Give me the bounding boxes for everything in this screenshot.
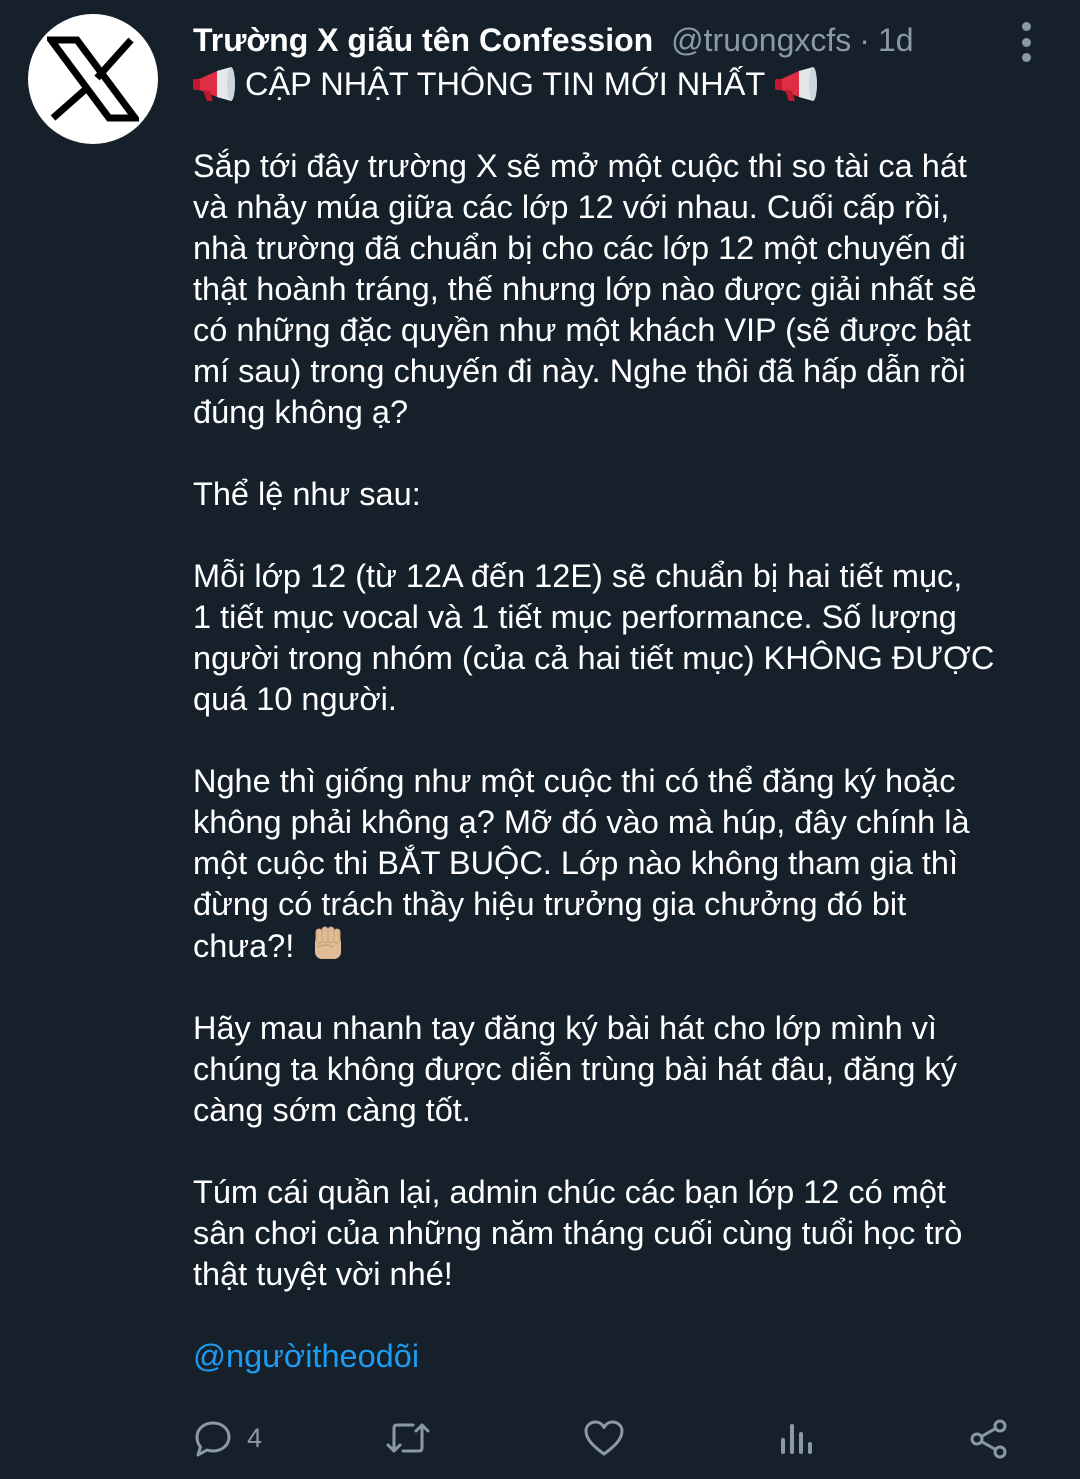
mention-paragraph: @ngườitheodõi: [193, 1336, 1053, 1377]
retweet-icon: [386, 1423, 430, 1453]
reply-count: 4: [247, 1422, 263, 1453]
headline: CẬP NHẬT THÔNG TIN MỚI NHẤT: [193, 64, 1053, 105]
tweet-content: Trường X giấu tên Confession @truongxcfs…: [193, 18, 1053, 1418]
megaphone-icon: [775, 66, 818, 101]
paragraph: Sắp tới đây trường X sẽ mở một cuộc thi …: [193, 148, 977, 430]
mention-link[interactable]: @ngườitheodõi: [193, 1338, 419, 1374]
heart-icon: [584, 1420, 624, 1456]
tweet-header: Trường X giấu tên Confession @truongxcfs…: [193, 18, 1053, 62]
separator: ·: [859, 22, 870, 58]
like-button[interactable]: [583, 1418, 625, 1458]
reply-icon: [195, 1421, 231, 1457]
paragraph: Túm cái quần lại, admin chúc các bạn lớp…: [193, 1174, 963, 1292]
display-name[interactable]: Trường X giấu tên Confession: [193, 18, 653, 62]
share-icon: [970, 1419, 1007, 1459]
tweet-text: CẬP NHẬT THÔNG TIN MỚI NHẤT Sắp tới đây …: [193, 64, 1053, 1377]
analytics-icon: [781, 1424, 812, 1454]
raised-fist-icon: [315, 926, 342, 959]
headline-text: CẬP NHẬT THÔNG TIN MỚI NHẤT: [245, 66, 766, 102]
views-button[interactable]: [778, 1418, 814, 1458]
x-logo-icon: [47, 36, 139, 122]
timestamp[interactable]: 1d: [878, 18, 914, 62]
paragraph: Nghe thì giống như một cuộc thi có thể đ…: [193, 763, 970, 964]
megaphone-icon: [193, 66, 235, 101]
action-bar: 4: [193, 1418, 1023, 1464]
avatar[interactable]: [28, 14, 158, 144]
paragraph: Hãy mau nhanh tay đăng ký bài hát cho lớ…: [193, 1010, 958, 1128]
share-button[interactable]: [968, 1418, 1010, 1460]
reply-button[interactable]: 4: [193, 1418, 262, 1458]
user-handle[interactable]: @truongxcfs: [671, 18, 851, 62]
paragraph: Thể lệ như sau:: [193, 476, 421, 512]
paragraph: Mỗi lớp 12 (từ 12A đến 12E) sẽ chuẩn bị …: [193, 558, 995, 717]
retweet-button[interactable]: [385, 1418, 431, 1458]
